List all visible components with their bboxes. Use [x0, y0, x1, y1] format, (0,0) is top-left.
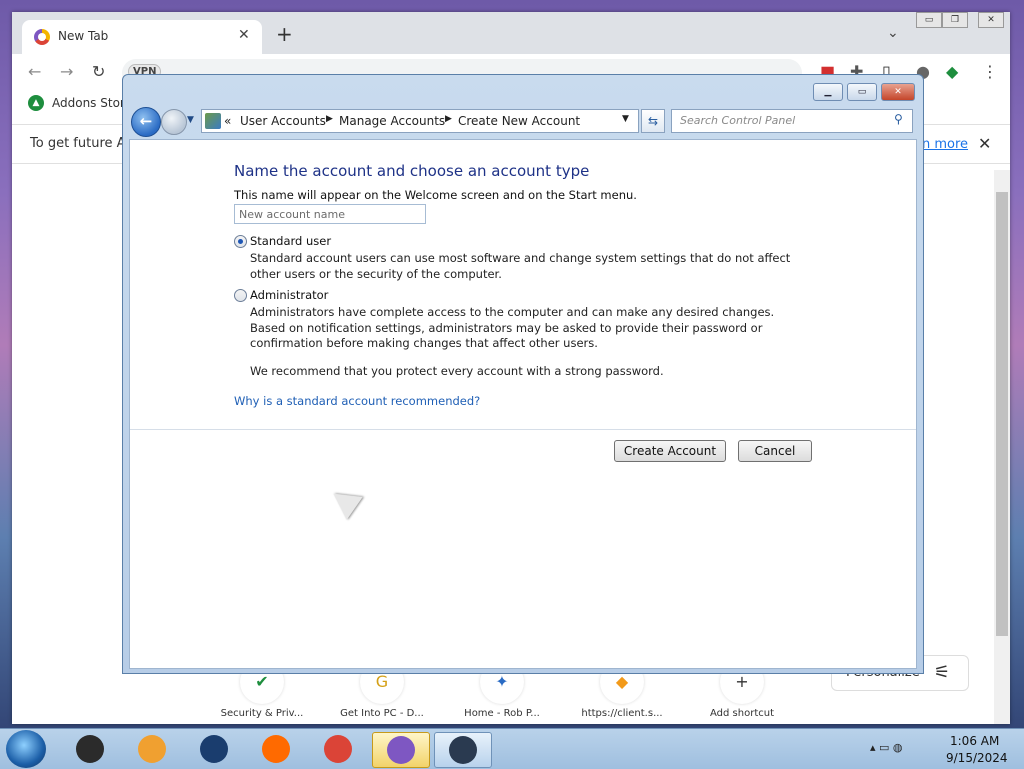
avast-favicon-icon [34, 29, 50, 45]
window-controls: ▭ ❐ ✕ [916, 12, 1004, 28]
clock-date[interactable]: 9/15/2024 [946, 751, 1008, 765]
tab-strip: New Tab ✕ + ⌄ ▭ ❐ ✕ [12, 12, 1010, 54]
refresh-button[interactable]: ⇆ [641, 109, 665, 133]
breadcrumb-user-accounts[interactable]: User Accounts [240, 114, 326, 128]
shortcut-label[interactable]: Get Into PC - D... [327, 708, 437, 722]
folder-icon [76, 735, 104, 763]
chrome-icon [324, 735, 352, 763]
cp-minimize-button[interactable]: ▁ [813, 83, 843, 101]
divider [130, 429, 916, 430]
shield-icon[interactable]: ◆ [946, 62, 958, 81]
administrator-description: Administrators have complete access to t… [250, 305, 775, 350]
page-subtitle: This name will appear on the Welcome scr… [234, 188, 637, 202]
info-bar-close-icon[interactable]: ✕ [978, 134, 991, 153]
taskbar-chrome-button[interactable] [310, 732, 366, 766]
minimize-button[interactable]: ▭ [916, 12, 942, 28]
clock-time[interactable]: 1:06 AM [950, 734, 999, 748]
taskbar-folder-button[interactable] [62, 732, 118, 766]
address-dropdown-icon[interactable]: ▼ [622, 114, 629, 124]
administrator-radio[interactable] [234, 289, 247, 302]
forward-button[interactable] [161, 109, 187, 135]
addons-store-icon: ▲ [28, 95, 44, 111]
taskbar-media-player-button[interactable] [124, 732, 180, 766]
standard-user-radio[interactable] [234, 235, 247, 248]
system-tray[interactable]: ▴ ▭ ◍ [870, 741, 903, 754]
close-window-button[interactable]: ✕ [978, 12, 1004, 28]
new-tab-button[interactable]: + [276, 24, 293, 44]
breadcrumb-prefix[interactable]: « [224, 114, 231, 128]
taskbar-firefox-button[interactable] [248, 732, 304, 766]
page-title: Name the account and choose an account t… [234, 162, 590, 180]
administrator-label[interactable]: Administrator [250, 288, 328, 302]
avast-browser-icon [387, 736, 415, 764]
cp-close-button[interactable]: ✕ [881, 83, 915, 101]
breadcrumb-arrow-icon[interactable]: ▶ [445, 114, 452, 124]
firefox-icon [262, 735, 290, 763]
control-panel-window: ▁ ▭ ✕ ← ▼ « User Accounts ▶ Manage Accou… [122, 74, 924, 674]
reload-icon[interactable]: ↻ [92, 62, 105, 81]
start-button[interactable] [6, 730, 46, 768]
maximize-button[interactable]: ❐ [942, 12, 968, 28]
recent-pages-icon[interactable]: ▼ [187, 115, 194, 125]
taskbar-control-panel-button[interactable] [434, 732, 492, 768]
taskbar: ▴ ▭ ◍ 1:06 AM 9/15/2024 [0, 728, 1024, 769]
sliders-icon: ⚟ [934, 662, 951, 683]
tab-new-tab[interactable]: New Tab ✕ [22, 20, 262, 54]
create-account-button[interactable]: Create Account [614, 440, 726, 462]
shortcut-label[interactable]: https://client.s... [567, 708, 677, 722]
control-panel-icon [449, 736, 477, 764]
breadcrumb-manage-accounts[interactable]: Manage Accounts [339, 114, 445, 128]
user-accounts-icon [205, 113, 221, 129]
cancel-button[interactable]: Cancel [738, 440, 812, 462]
search-input[interactable]: Search Control Panel ⚲ [671, 109, 913, 133]
globe-icon [200, 735, 228, 763]
search-placeholder: Search Control Panel [680, 114, 796, 127]
back-button[interactable]: ← [131, 107, 161, 137]
info-bar-learn-more-link[interactable]: n more [922, 137, 968, 152]
forward-icon[interactable]: → [60, 62, 73, 81]
scrollbar-thumb[interactable] [996, 192, 1008, 636]
shortcut-label[interactable]: Home - Rob P... [447, 708, 557, 722]
standard-user-label[interactable]: Standard user [250, 234, 331, 248]
password-recommendation: We recommend that you protect every acco… [250, 364, 664, 378]
breadcrumb[interactable]: « User Accounts ▶ Manage Accounts ▶ Crea… [201, 109, 639, 133]
page-scrollbar[interactable] [994, 170, 1010, 724]
bookmark-addons-store[interactable]: Addons Store [52, 96, 132, 110]
tab-title: New Tab [58, 29, 109, 43]
standard-user-description: Standard account users can use most soft… [250, 251, 791, 281]
account-name-input[interactable] [234, 204, 426, 224]
shortcut-label[interactable]: Add shortcut [687, 708, 797, 722]
close-tab-icon[interactable]: ✕ [238, 27, 250, 43]
tab-search-icon[interactable]: ⌄ [887, 25, 899, 41]
back-icon[interactable]: ← [28, 62, 41, 81]
breadcrumb-create-new-account[interactable]: Create New Account [458, 114, 580, 128]
taskbar-globe-button[interactable] [186, 732, 242, 766]
taskbar-avast-browser-button[interactable] [372, 732, 430, 768]
menu-icon[interactable]: ⋮ [982, 62, 998, 81]
media-player-icon [138, 735, 166, 763]
info-bar-text: To get future Av [30, 136, 133, 151]
search-icon[interactable]: ⚲ [894, 112, 903, 126]
cp-maximize-button[interactable]: ▭ [847, 83, 877, 101]
shortcut-label[interactable]: Security & Priv... [207, 708, 317, 722]
why-standard-account-link[interactable]: Why is a standard account recommended? [234, 394, 480, 408]
breadcrumb-arrow-icon[interactable]: ▶ [326, 114, 333, 124]
create-account-panel: Name the account and choose an account t… [129, 139, 917, 669]
